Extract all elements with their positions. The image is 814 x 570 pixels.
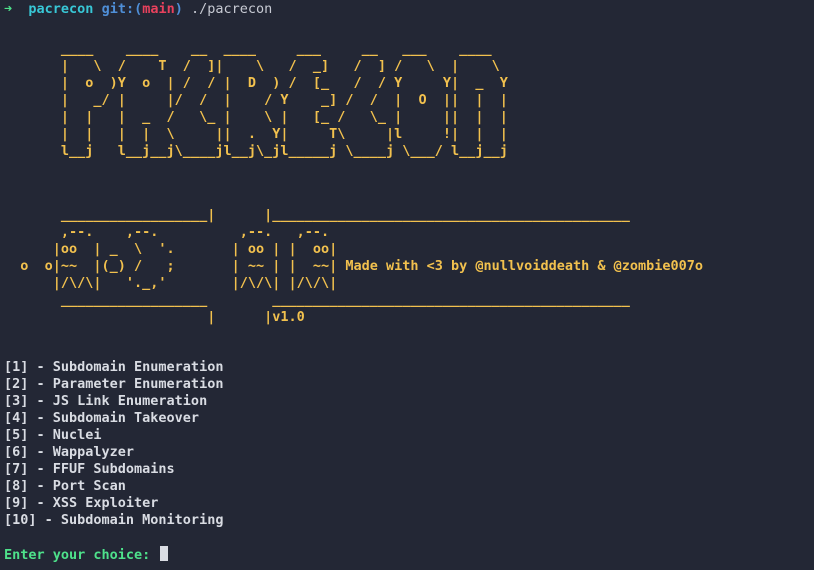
prompt-arrow-icon: ➜ bbox=[4, 1, 13, 17]
menu-item: [4] - Subdomain Takeover bbox=[4, 410, 200, 426]
logo-art-line: |/\/\| '._,' |/\/\| |/\/\| bbox=[4, 275, 338, 291]
pacrecon-ascii-banner: ____ ____ __ ____ ___ __ ___ ____ | \ / … bbox=[60, 41, 508, 159]
credit-text: Made with <3 by @nullvoiddeath & @zombie… bbox=[337, 258, 703, 274]
choice-prompt[interactable]: Enter your choice: bbox=[4, 546, 169, 564]
git-prefix: git:( bbox=[101, 1, 143, 17]
executed-command: ./pacrecon bbox=[191, 1, 273, 17]
terminal-window[interactable]: ➜ pacrecon git:(main) ./pacrecon ____ __… bbox=[0, 0, 814, 570]
logo-art: __________________| |___________________… bbox=[4, 207, 703, 325]
logo-art-line: __________________| |___________________… bbox=[4, 207, 630, 223]
menu-item: [1] - Subdomain Enumeration bbox=[4, 359, 224, 375]
shell-prompt: ➜ pacrecon git:(main) ./pacrecon bbox=[4, 1, 272, 18]
menu-item: [6] - Wappalyzer bbox=[4, 444, 135, 460]
git-suffix: ) bbox=[174, 1, 183, 17]
menu-item: [3] - JS Link Enumeration bbox=[4, 393, 208, 409]
pacman-ascii-logo: __________________| |___________________… bbox=[4, 207, 703, 326]
menu-item: [5] - Nuclei bbox=[4, 427, 102, 443]
logo-art-line: __________________ _____________________… bbox=[4, 292, 630, 308]
logo-art-line: | | bbox=[4, 309, 273, 325]
text-cursor bbox=[160, 546, 169, 561]
logo-art-line: |oo | _ \ '. | oo | | oo| bbox=[4, 241, 338, 257]
logo-art-line: ,--. ,--. ,--. ,--. bbox=[4, 224, 330, 240]
menu-item: [9] - XSS Exploiter bbox=[4, 495, 159, 511]
current-directory: pacrecon bbox=[28, 1, 94, 17]
menu-item: [10] - Subdomain Monitoring bbox=[4, 512, 224, 528]
version-label: v1.0 bbox=[272, 309, 305, 325]
tool-menu: [1] - Subdomain Enumeration [2] - Paramet… bbox=[4, 359, 223, 529]
git-branch: main bbox=[142, 1, 175, 17]
logo-art-line: o o|~~ |(_) / ; | ~~ | | ~~| bbox=[4, 258, 338, 274]
menu-item: [2] - Parameter Enumeration bbox=[4, 376, 224, 392]
choice-prompt-label: Enter your choice: bbox=[4, 547, 159, 563]
menu-item: [8] - Port Scan bbox=[4, 478, 126, 494]
menu-item: [7] - FFUF Subdomains bbox=[4, 461, 175, 477]
